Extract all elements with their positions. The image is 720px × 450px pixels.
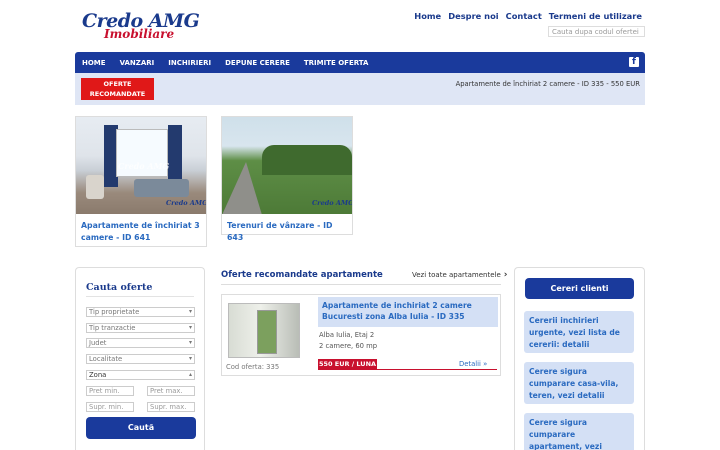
link-termeni[interactable]: Termeni de utilizare [549,11,642,21]
client-requests-button[interactable]: Cereri clienti [525,278,634,299]
locality-select[interactable]: Localitate ▾ [86,354,195,364]
link-despre-noi[interactable]: Despre noi [448,11,498,21]
listing-photo-land[interactable]: Credo AMG [222,117,352,214]
offer-code: Cod oferta: 335 [226,363,280,371]
request-item[interactable]: Cerere sigura cumparare apartament, vezi [524,413,634,450]
listing-title[interactable]: Terenuri de vânzare - ID 643 [227,220,347,244]
ticker-text[interactable]: Apartamente de închiriat 2 camere - ID 3… [456,80,640,88]
sub-bar: OFERTE RECOMANDATE Apartamente de închir… [75,73,645,105]
county-select[interactable]: Judet ▾ [86,338,195,348]
nav-vanzari[interactable]: VANZARI [113,59,162,67]
facebook-icon[interactable]: f [629,57,639,67]
transaction-type-select[interactable]: Tip tranzactie ▾ [86,323,195,333]
chevron-up-icon: ▴ [188,371,192,378]
chevron-right-icon: › [503,270,508,280]
price-max-input[interactable]: Pret max. [147,386,195,396]
area-min-input[interactable]: Supr. min. [86,402,134,412]
top-links: Home Despre noi Contact Termeni de utili… [414,11,642,21]
offer-details: 2 camere, 60 mp [319,342,378,350]
link-contact[interactable]: Contact [506,11,542,21]
link-home[interactable]: Home [414,11,441,21]
watermark: Credo AMG [166,199,206,207]
details-link[interactable]: Detalii » [459,360,487,368]
search-button[interactable]: Cautã [86,417,196,439]
price-badge: 550 EUR / LUNA [318,359,377,370]
offer-card[interactable]: Cod oferta: 335 Apartamente de inchiriat… [221,294,501,376]
chevron-down-icon: ▾ [188,308,192,315]
watermark: Credo AMG [118,161,170,171]
nav-trimite-oferta[interactable]: TRIMITE OFERTA [297,59,376,67]
chevron-right-icon: » [483,360,488,368]
zone-select[interactable]: Zona ▴ [86,370,195,380]
watermark: Credo AMG [312,199,352,207]
recommended-offers-button[interactable]: OFERTE RECOMANDATE [81,78,154,100]
chevron-down-icon: ▾ [188,355,192,362]
offer-location: Alba Iulia, Etaj 2 [319,331,375,339]
logo-line2: Imobiliare [104,27,175,41]
listing-card-1[interactable]: Credo AMG Credo AMG Apartamente de închi… [75,116,207,247]
nav-home[interactable]: HOME [75,59,113,67]
nav-inchirieri[interactable]: INCHIRIERI [161,59,218,67]
request-item[interactable]: Cererii inchirieri urgente, vezi lista d… [524,311,634,353]
listing-title[interactable]: Apartamente de închiriat 3 camere - ID 6… [81,220,201,244]
logo[interactable]: Credo AMG Imobiliare [80,10,205,42]
listing-photo-apartment[interactable]: Credo AMG Credo AMG [76,117,206,214]
listing-card-2[interactable]: Credo AMG Terenuri de vânzare - ID 643 [221,116,353,242]
request-item[interactable]: Cerere sigura cumparare casa-vila, teren… [524,362,634,404]
offer-thumbnail[interactable] [228,303,300,358]
view-all-link[interactable]: Vezi toate apartamentele › [412,270,508,280]
price-min-input[interactable]: Pret min. [86,386,134,396]
search-title: Cauta oferte [86,282,153,293]
main-nav: HOME VANZARI INCHIRIERI DEPUNE CERERE TR… [75,52,645,73]
section-title: Oferte recomandate apartamente [221,270,383,280]
property-type-select[interactable]: Tip proprietate ▾ [86,307,195,317]
area-max-input[interactable]: Supr. max. [147,402,195,412]
chevron-down-icon: ▾ [188,339,192,346]
offer-title[interactable]: Apartamente de inchiriat 2 camere Bucure… [322,300,498,322]
nav-depune-cerere[interactable]: DEPUNE CERERE [218,59,297,67]
chevron-down-icon: ▾ [188,324,192,331]
offer-code-search-input[interactable]: Cauta dupa codul ofertei [548,26,645,37]
